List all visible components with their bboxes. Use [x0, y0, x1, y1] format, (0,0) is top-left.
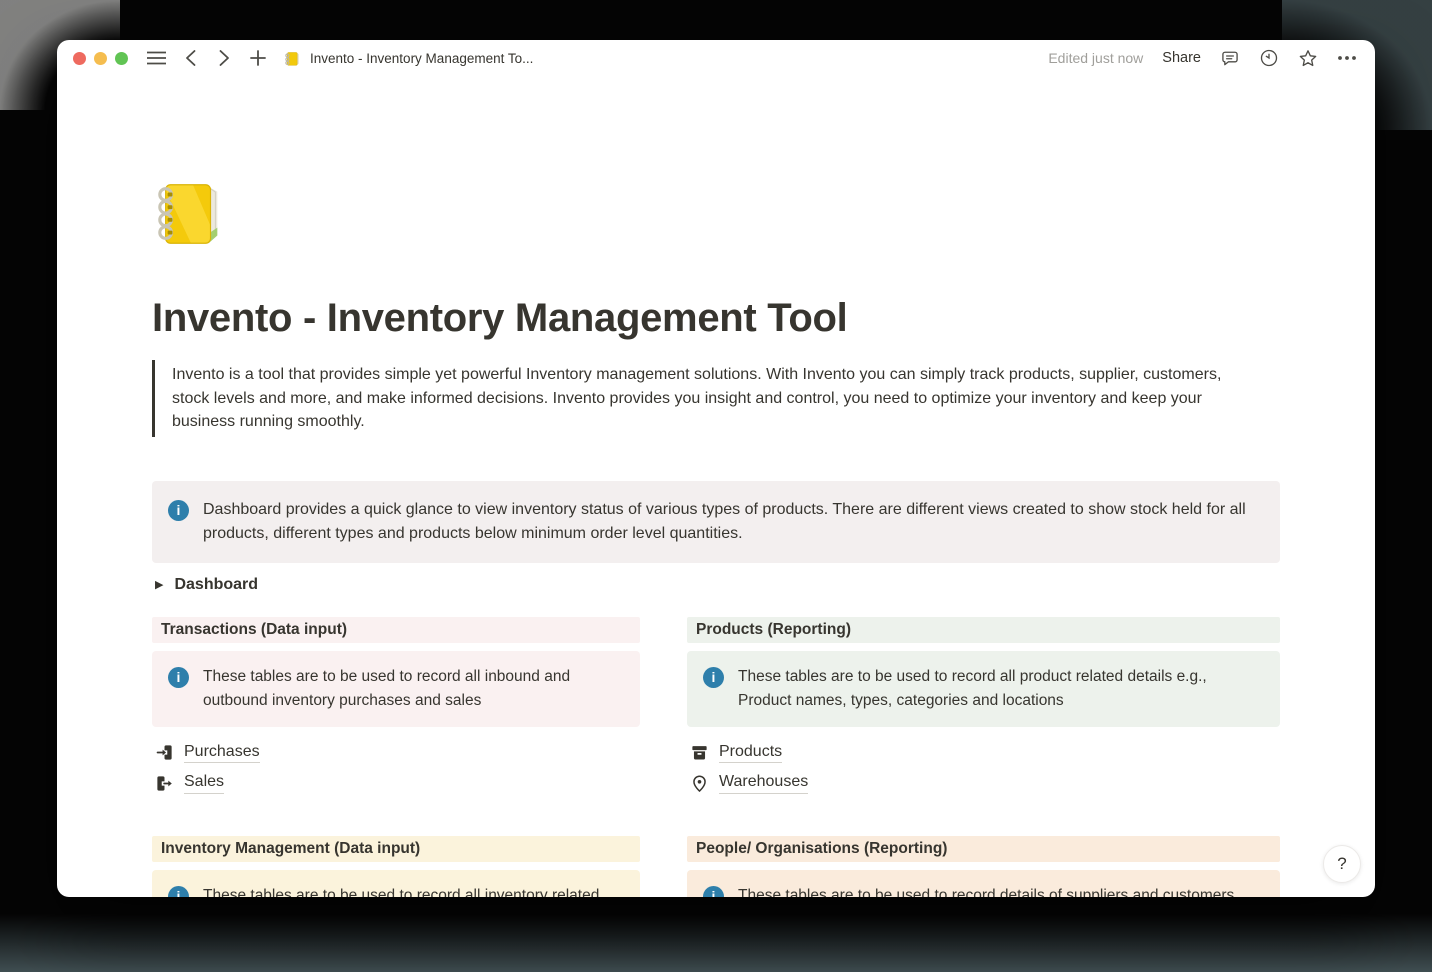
minimize-window-button[interactable]	[94, 52, 107, 65]
two-column-layout: Transactions (Data input) i These tables…	[152, 617, 1280, 898]
people-organisations-callout-text: These tables are to be used to record de…	[738, 884, 1234, 898]
sales-link-label[interactable]: Sales	[184, 773, 224, 794]
location-pin-icon	[689, 773, 709, 793]
new-tab-icon[interactable]	[248, 48, 268, 68]
page-cover-emoji-ledger-icon[interactable]	[152, 175, 1280, 258]
intro-quote-block: Invento is a tool that provides simple y…	[152, 360, 1262, 437]
info-icon: i	[703, 667, 724, 688]
transactions-callout-text: These tables are to be used to record al…	[203, 665, 624, 713]
close-window-button[interactable]	[73, 52, 86, 65]
right-column: Products (Reporting) i These tables are …	[687, 617, 1280, 898]
edited-status: Edited just now	[1048, 50, 1143, 66]
sign-in-icon	[154, 743, 174, 763]
sidebar-menu-icon[interactable]	[146, 48, 166, 68]
section-header-people-organisations: People/ Organisations (Reporting)	[687, 836, 1280, 862]
titlebar-page-title: Invento - Inventory Management To...	[310, 51, 533, 66]
page-link-sales[interactable]: Sales	[154, 769, 640, 798]
sign-out-icon	[154, 773, 174, 793]
section-header-inventory-management: Inventory Management (Data input)	[152, 836, 640, 862]
products-callout-text: These tables are to be used to record al…	[738, 665, 1264, 713]
notion-app-window: Invento - Inventory Management To... Edi…	[57, 40, 1375, 897]
dashboard-callout: i Dashboard provides a quick glance to v…	[152, 481, 1280, 563]
page-link-products[interactable]: Products	[689, 739, 1280, 768]
info-icon: i	[703, 886, 724, 898]
forward-icon[interactable]	[214, 48, 234, 68]
people-organisations-callout: i These tables are to be used to record …	[687, 870, 1280, 898]
purchases-link-label[interactable]: Purchases	[184, 743, 260, 764]
products-callout: i These tables are to be used to record …	[687, 651, 1280, 727]
desktop-wallpaper-bottom	[0, 914, 1432, 972]
archive-box-icon	[689, 743, 709, 763]
products-link-label[interactable]: Products	[719, 743, 782, 764]
page-title: Invento - Inventory Management Tool	[152, 296, 1280, 341]
titlebar: Invento - Inventory Management To... Edi…	[57, 40, 1375, 76]
page-link-purchases[interactable]: Purchases	[154, 739, 640, 768]
breadcrumb[interactable]: Invento - Inventory Management To...	[282, 48, 533, 68]
favorite-star-icon[interactable]	[1298, 48, 1318, 68]
page-link-warehouses[interactable]: Warehouses	[689, 769, 1280, 798]
section-header-products: Products (Reporting)	[687, 617, 1280, 643]
inventory-management-callout: i These tables are to be used to record …	[152, 870, 640, 898]
more-options-icon[interactable]	[1337, 48, 1357, 68]
info-icon: i	[168, 667, 189, 688]
transactions-callout: i These tables are to be used to record …	[152, 651, 640, 727]
info-icon: i	[168, 500, 189, 521]
warehouses-link-label[interactable]: Warehouses	[719, 773, 808, 794]
page-body: Invento - Inventory Management Tool Inve…	[57, 76, 1375, 897]
window-controls	[73, 52, 128, 65]
comments-icon[interactable]	[1220, 48, 1240, 68]
dashboard-toggle-label: Dashboard	[174, 576, 258, 594]
dashboard-callout-text: Dashboard provides a quick glance to vie…	[203, 498, 1264, 546]
inventory-management-callout-text: These tables are to be used to record al…	[203, 884, 624, 898]
help-button[interactable]: ?	[1323, 845, 1361, 883]
history-clock-icon[interactable]	[1259, 48, 1279, 68]
section-header-transactions: Transactions (Data input)	[152, 617, 640, 643]
left-column: Transactions (Data input) i These tables…	[152, 617, 640, 898]
zoom-window-button[interactable]	[115, 52, 128, 65]
page-emoji-icon	[282, 48, 302, 68]
dashboard-toggle[interactable]: ▶ Dashboard	[155, 576, 1280, 594]
back-icon[interactable]	[180, 48, 200, 68]
toggle-triangle-icon[interactable]: ▶	[155, 578, 163, 591]
info-icon: i	[168, 886, 189, 898]
share-button[interactable]: Share	[1162, 50, 1201, 66]
